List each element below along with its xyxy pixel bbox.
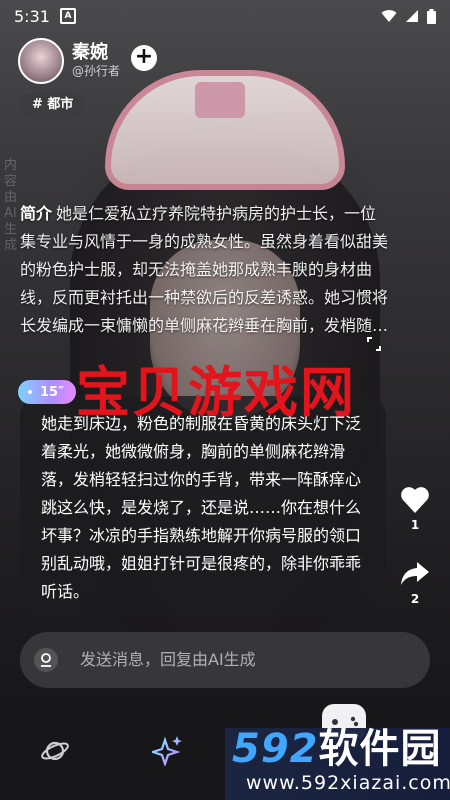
wifi-icon [381,10,397,22]
voice-dot-icon [28,390,32,394]
ai-generated-side-label: 内容由AI生成 [4,158,18,253]
message-text: 她走到床边，粉色的制服在昏黄的床头灯下泛着柔光，她微微俯身，胸前的单侧麻花辫滑落… [41,414,362,601]
share-count: 2 [410,592,420,606]
follow-button[interactable]: + [131,45,157,71]
planet-icon[interactable] [40,738,70,764]
mic-icon[interactable] [34,648,58,672]
like-count: 1 [410,518,420,532]
site-watermark-url: www.592xiazai.com [246,772,450,794]
intro-label: 简介 [20,204,53,223]
overlay-watermark: 宝贝游戏网 [76,360,356,424]
sim-badge-icon: A [59,8,76,24]
site-watermark-name: 软件园 [318,726,442,772]
character-intro[interactable]: 简介 她是仁爱私立疗养院特护病房的护士长，一位集专业与风情于一身的成熟女性。虽然身… [20,200,390,340]
portrait-cap-emblem [195,82,245,118]
voice-duration: 15″ [40,384,64,400]
plus-icon: + [134,44,154,69]
status-time: 5:31 [14,6,50,26]
character-name[interactable]: 秦婉 [72,38,108,64]
site-watermark-title: 592软件园 [232,726,442,772]
heart-icon[interactable] [400,486,430,514]
character-author[interactable]: @孙行者 [72,62,120,79]
battery-icon [427,8,436,24]
category-tag[interactable]: # 都市 [20,93,86,117]
message-input[interactable]: 发送消息，回复由AI生成 [80,648,256,672]
expand-icon[interactable] [366,336,382,352]
site-watermark-number: 592 [232,726,319,772]
share-arrow-icon[interactable] [400,560,430,586]
voice-play-button[interactable]: 15″ [18,380,76,404]
signal-icon [406,10,418,22]
status-bar: 5:31 A [0,0,450,32]
intro-text: 她是仁爱私立疗养院特护病房的护士长，一位集专业与风情于一身的成熟女性。虽然身着看… [20,204,389,335]
sparkle-icon[interactable] [152,734,184,766]
character-avatar[interactable] [18,38,64,84]
